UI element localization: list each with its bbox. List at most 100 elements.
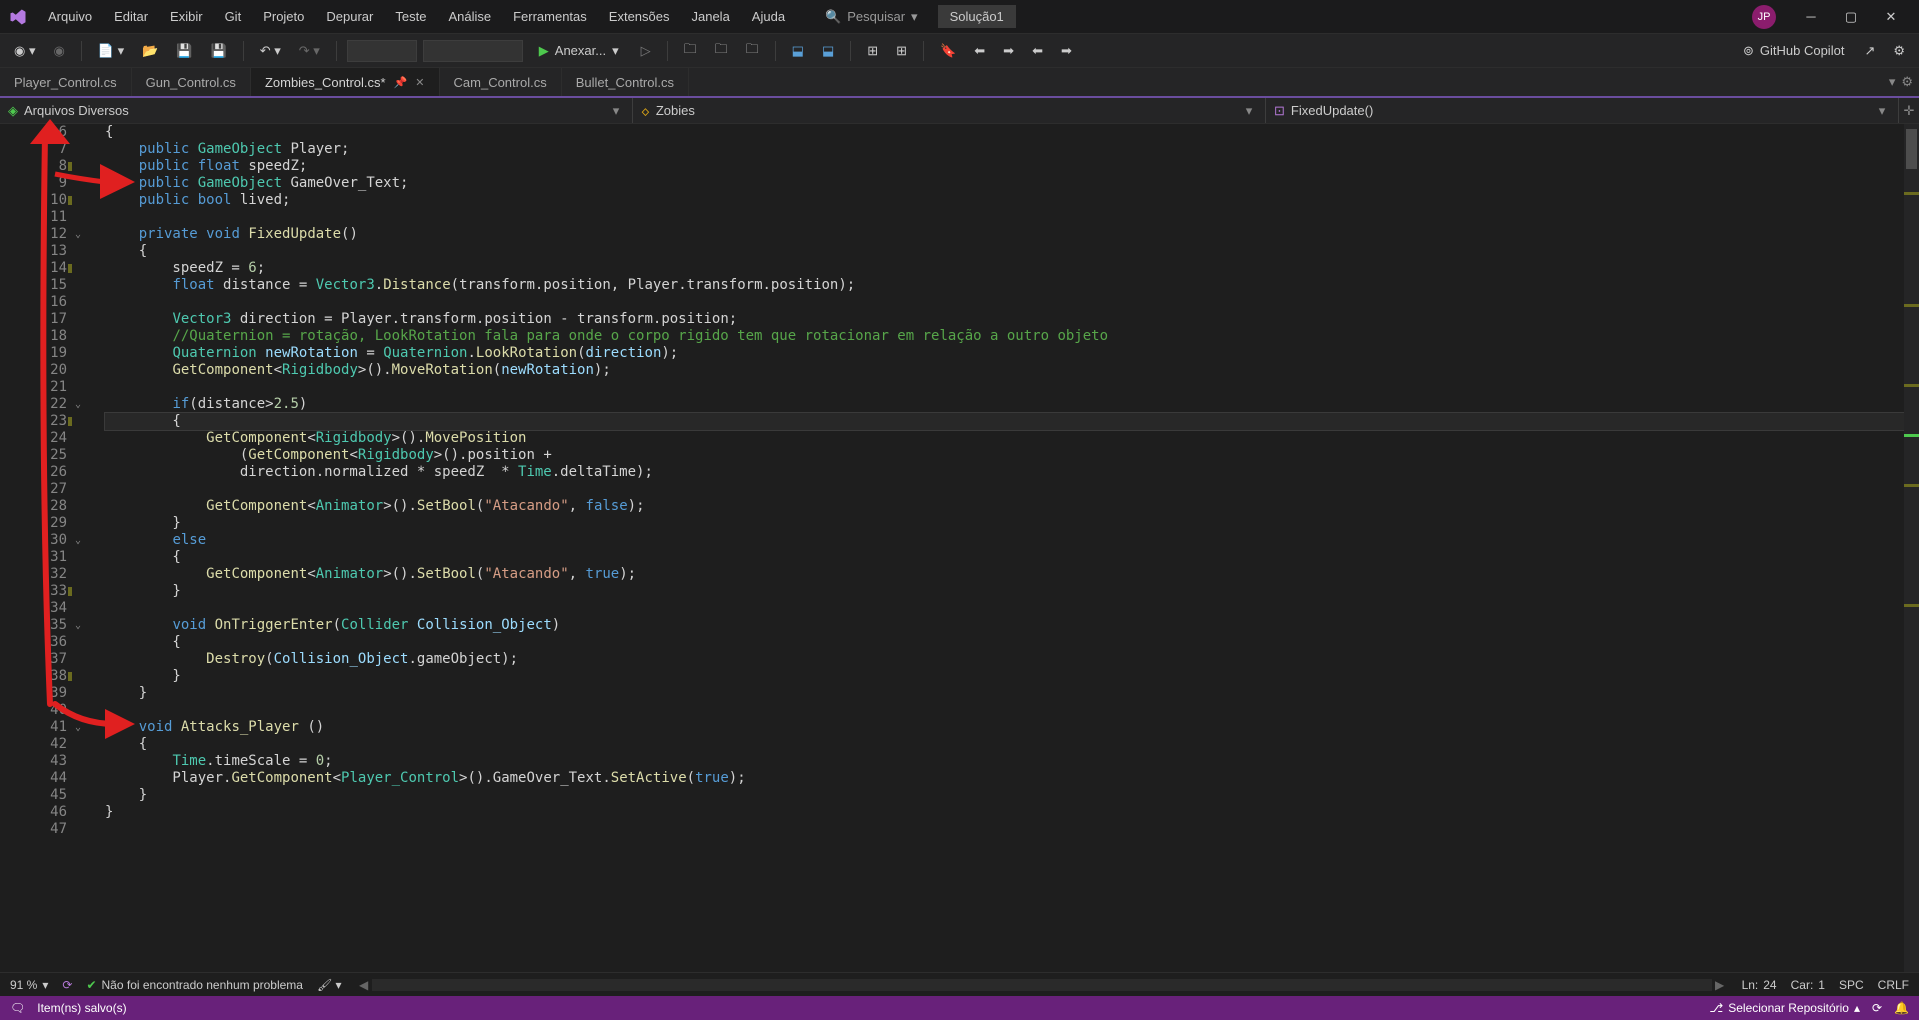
code-line[interactable]: {: [105, 634, 1904, 651]
code-line[interactable]: [105, 821, 1904, 838]
code-line[interactable]: private void FixedUpdate(): [105, 226, 1904, 243]
nav-project[interactable]: ◈ Arquivos Diversos ▾: [0, 98, 633, 123]
copilot-button[interactable]: ⊚ GitHub Copilot: [1735, 39, 1852, 63]
nav-member[interactable]: ⊡ FixedUpdate() ▾: [1266, 98, 1899, 123]
code-line[interactable]: void OnTriggerEnter(Collider Collision_O…: [105, 617, 1904, 634]
code-line[interactable]: public bool lived;: [105, 192, 1904, 209]
tool-icon-8[interactable]: 🔖: [934, 39, 962, 63]
scrollbar-thumb[interactable]: [1906, 129, 1917, 169]
config-combo-2[interactable]: [423, 40, 523, 62]
code-line[interactable]: {: [105, 413, 1904, 430]
menu-depurar[interactable]: Depurar: [316, 5, 383, 28]
minimize-button[interactable]: ─: [1791, 2, 1831, 32]
code-editor[interactable]: 6789101112⌄13141516171819202122⌄23242526…: [0, 124, 1919, 972]
code-line[interactable]: }: [105, 787, 1904, 804]
code-line[interactable]: GetComponent<Rigidbody>().MovePosition: [105, 430, 1904, 447]
solution-name[interactable]: Solução1: [938, 5, 1016, 28]
tool-icon-5[interactable]: ⬓: [816, 39, 840, 63]
vertical-scrollbar[interactable]: [1904, 124, 1919, 972]
attach-button[interactable]: ▶ Anexar... ▾: [529, 39, 629, 63]
code-line[interactable]: }: [105, 515, 1904, 532]
menu-janela[interactable]: Janela: [681, 5, 739, 28]
undo-button[interactable]: ↶ ▾: [254, 39, 287, 63]
code-line[interactable]: Quaternion newRotation = Quaternion.Look…: [105, 345, 1904, 362]
code-line[interactable]: [105, 209, 1904, 226]
code-line[interactable]: direction.normalized * speedZ * Time.del…: [105, 464, 1904, 481]
new-item-button[interactable]: 📄 ▾: [92, 39, 130, 63]
nav-back-button[interactable]: ◉ ▾: [8, 39, 41, 63]
fold-icon[interactable]: ⌄: [75, 226, 81, 243]
code-line[interactable]: Destroy(Collision_Object.gameObject);: [105, 651, 1904, 668]
code-line[interactable]: {: [105, 736, 1904, 753]
fold-icon[interactable]: ⌄: [75, 396, 81, 413]
tab-settings-icon[interactable]: ⚙: [1901, 74, 1913, 90]
save-button[interactable]: 💾: [170, 39, 198, 63]
code-line[interactable]: public GameObject Player;: [105, 141, 1904, 158]
code-line[interactable]: GetComponent<Rigidbody>().MoveRotation(n…: [105, 362, 1904, 379]
sync-icon[interactable]: ⟳: [1872, 1001, 1882, 1015]
search-box[interactable]: 🔍 Pesquisar ▾: [815, 5, 928, 29]
menu-arquivo[interactable]: Arquivo: [38, 5, 102, 28]
line-ending[interactable]: CRLF: [1878, 978, 1909, 992]
menu-projeto[interactable]: Projeto: [253, 5, 314, 28]
menu-ferramentas[interactable]: Ferramentas: [503, 5, 597, 28]
code-line[interactable]: Vector3 direction = Player.transform.pos…: [105, 311, 1904, 328]
code-line[interactable]: {: [105, 549, 1904, 566]
code-line[interactable]: GetComponent<Animator>().SetBool("Atacan…: [105, 566, 1904, 583]
menu-exibir[interactable]: Exibir: [160, 5, 213, 28]
tool-icon-4[interactable]: ⬓: [786, 39, 810, 63]
code-line[interactable]: Player.GetComponent<Player_Control>().Ga…: [105, 770, 1904, 787]
code-line[interactable]: [105, 294, 1904, 311]
code-line[interactable]: }: [105, 804, 1904, 821]
code-line[interactable]: {: [105, 124, 1904, 141]
code-line[interactable]: //Quaternion = rotação, LookRotation fal…: [105, 328, 1904, 345]
tool-icon-12[interactable]: ➡: [1055, 39, 1078, 63]
nav-class[interactable]: 🝔 Zobies ▾: [633, 98, 1266, 123]
tool-icon-2[interactable]: 🗀: [709, 36, 734, 66]
code-line[interactable]: [105, 702, 1904, 719]
output-icon[interactable]: 🗨: [10, 1001, 25, 1015]
maximize-button[interactable]: ▢: [1831, 2, 1871, 32]
code-line[interactable]: }: [105, 668, 1904, 685]
tool-icon-11[interactable]: ⬅: [1026, 39, 1049, 63]
pin-icon[interactable]: 📌: [394, 76, 408, 89]
share-button[interactable]: ↗: [1858, 39, 1881, 63]
code-line[interactable]: Time.timeScale = 0;: [105, 753, 1904, 770]
menu-ajuda[interactable]: Ajuda: [742, 5, 795, 28]
code-line[interactable]: if(distance>2.5): [105, 396, 1904, 413]
code-line[interactable]: speedZ = 6;: [105, 260, 1904, 277]
indent-mode[interactable]: SPC: [1839, 978, 1864, 992]
tab-gun-control-cs[interactable]: Gun_Control.cs: [132, 68, 251, 96]
user-avatar[interactable]: JP: [1752, 5, 1776, 29]
tool-icon-10[interactable]: ➡: [997, 39, 1020, 63]
menu-extensões[interactable]: Extensões: [599, 5, 680, 28]
notifications-icon[interactable]: 🔔: [1894, 1001, 1909, 1015]
close-button[interactable]: ✕: [1871, 2, 1911, 32]
tool-icon-1[interactable]: 🗀: [678, 36, 703, 66]
zoom-level[interactable]: 91 % ▾: [10, 978, 48, 992]
code-line[interactable]: [105, 600, 1904, 617]
tool-icon-3[interactable]: 🗀: [740, 36, 765, 66]
code-line[interactable]: void Attacks_Player (): [105, 719, 1904, 736]
tab-player-control-cs[interactable]: Player_Control.cs: [0, 68, 132, 96]
menu-editar[interactable]: Editar: [104, 5, 158, 28]
redo-button[interactable]: ↷ ▾: [293, 39, 326, 63]
code-line[interactable]: (GetComponent<Rigidbody>().position +: [105, 447, 1904, 464]
code-line[interactable]: [105, 379, 1904, 396]
settings-button[interactable]: ⚙: [1887, 39, 1911, 63]
brush-icon[interactable]: 🖌 ▾: [317, 978, 342, 992]
tab-dropdown-icon[interactable]: ▾: [1889, 74, 1896, 90]
fold-icon[interactable]: ⌄: [75, 719, 81, 736]
fold-icon[interactable]: ⌄: [75, 532, 81, 549]
tab-bullet-control-cs[interactable]: Bullet_Control.cs: [562, 68, 689, 96]
nav-split-icon[interactable]: ✛: [1899, 103, 1919, 119]
code-line[interactable]: else: [105, 532, 1904, 549]
code-line[interactable]: }: [105, 685, 1904, 702]
tool-icon-7[interactable]: ⊞: [890, 39, 913, 63]
menu-teste[interactable]: Teste: [385, 5, 436, 28]
config-combo-1[interactable]: [347, 40, 417, 62]
code-line[interactable]: public float speedZ;: [105, 158, 1904, 175]
tab-cam-control-cs[interactable]: Cam_Control.cs: [440, 68, 562, 96]
menu-git[interactable]: Git: [215, 5, 252, 28]
repo-selector[interactable]: ⎇ Selecionar Repositório ▴: [1709, 1001, 1860, 1015]
